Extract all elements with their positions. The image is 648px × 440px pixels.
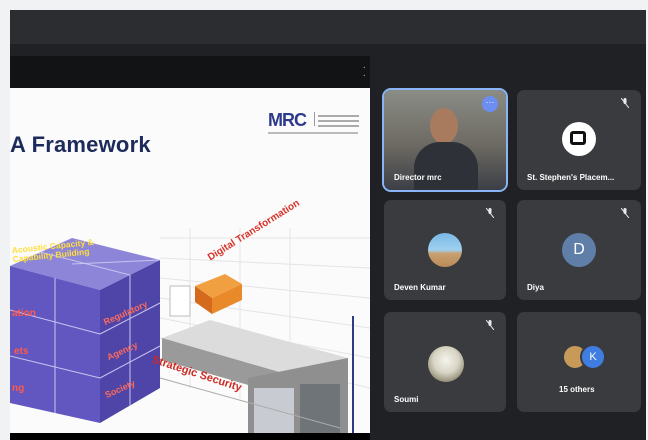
- person-head: [430, 108, 458, 144]
- avatar: [428, 346, 464, 382]
- avatar: K: [580, 344, 606, 370]
- presentation-slide: MRC A Framework Acoustic Capacity & Capa…: [10, 88, 370, 433]
- mic-off-icon: [486, 208, 494, 218]
- college-logo-icon: [562, 122, 596, 156]
- participant-tile[interactable]: Deven Kumar: [384, 200, 506, 300]
- avatar: D: [562, 233, 596, 267]
- meeting-window: · · MRC A Framework Acoustic Capacity & …: [10, 10, 646, 440]
- participant-name: Director mrc: [394, 173, 442, 182]
- participant-tile[interactable]: Soumi: [384, 312, 506, 412]
- cube-side-label-1: ation: [12, 308, 36, 319]
- presentation-area[interactable]: · · MRC A Framework Acoustic Capacity & …: [10, 56, 370, 440]
- participant-name: Deven Kumar: [394, 283, 446, 292]
- mic-off-icon: [621, 98, 629, 108]
- person-shirt: [414, 142, 478, 190]
- more-options-icon[interactable]: ···: [482, 96, 498, 112]
- mic-off-icon: [486, 320, 494, 330]
- cube-side-label-2: ets: [14, 346, 29, 357]
- presentation-more-icon[interactable]: · ·: [363, 63, 366, 81]
- participant-name: St. Stephen's Placem...: [527, 173, 615, 182]
- participant-tile[interactable]: ··· Director mrc: [382, 88, 508, 192]
- participant-tile[interactable]: D Diya: [517, 200, 641, 300]
- avatar: [428, 233, 462, 267]
- logo-glyph: [570, 131, 586, 145]
- cube-side-label-3: ng: [12, 383, 25, 394]
- participant-tile[interactable]: St. Stephen's Placem...: [517, 90, 641, 190]
- framework-diagram: [10, 228, 370, 433]
- presentation-toolbar: · ·: [10, 56, 370, 88]
- top-bar: [10, 10, 646, 44]
- others-count: 15 others: [559, 385, 595, 394]
- others-tile[interactable]: K 15 others: [517, 312, 641, 412]
- participant-name: Diya: [527, 283, 544, 292]
- participant-name: Soumi: [394, 395, 419, 404]
- mic-off-icon: [621, 208, 629, 218]
